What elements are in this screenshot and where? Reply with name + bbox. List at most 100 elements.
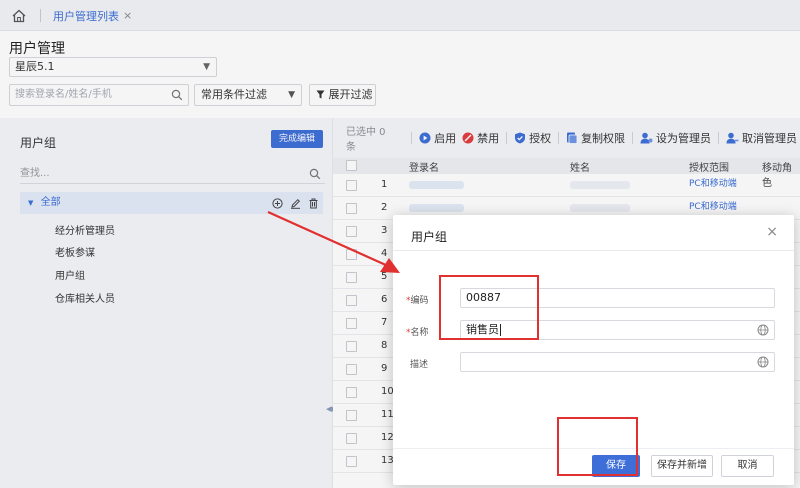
row-number: 10 <box>381 386 394 397</box>
cancel-admin-button[interactable]: 取消管理员 <box>723 130 800 146</box>
set-admin-label: 设为管理员 <box>656 132 712 145</box>
copy-permission-button[interactable]: 复制权限 <box>563 130 628 146</box>
cancel-button[interactable]: 取消 <box>721 455 774 477</box>
tab-close-icon[interactable]: × <box>123 9 132 22</box>
auth-scope-cell[interactable]: PC和移动端 <box>689 199 737 212</box>
org-select[interactable]: 星辰5.1 ▼ <box>9 57 217 77</box>
tab-user-list[interactable]: 用户管理列表 × <box>47 0 138 31</box>
row-checkbox[interactable] <box>346 410 357 421</box>
description-label: 描述 <box>410 360 429 370</box>
tree-node-group[interactable]: 仓库相关人员 <box>55 290 115 305</box>
row-checkbox[interactable] <box>346 341 357 352</box>
tree-node-label: 全部 <box>40 197 61 208</box>
caret-down-icon[interactable]: ▼ <box>28 199 33 207</box>
tree-node-group[interactable]: 经分析管理员 <box>55 222 115 237</box>
row-checkbox[interactable] <box>346 226 357 237</box>
code-input[interactable]: 00887 <box>460 288 775 308</box>
row-checkbox[interactable] <box>346 249 357 260</box>
disable-label: 禁用 <box>477 132 500 145</box>
row-checkbox[interactable] <box>346 387 357 398</box>
save-button[interactable]: 保存 <box>592 455 640 477</box>
expand-filter-button[interactable]: 展开过滤 <box>309 84 376 106</box>
table-header: 登录名 姓名 授权范围 移动角色 <box>333 158 800 189</box>
done-edit-button[interactable]: 完成编辑 <box>271 130 323 148</box>
row-checkbox[interactable] <box>346 433 357 444</box>
globe-language-icon[interactable] <box>757 324 769 336</box>
row-number: 2 <box>381 202 388 213</box>
name-label: *名称 <box>406 325 429 338</box>
selected-count: 已选中 0 条 <box>346 127 386 153</box>
dialog-divider <box>393 250 794 251</box>
authorize-button[interactable]: 授权 <box>511 130 554 146</box>
enable-button[interactable]: 启用 <box>416 130 459 146</box>
row-checkbox[interactable] <box>346 456 357 467</box>
expand-filter-label: 展开过滤 <box>328 88 373 101</box>
tree-node-group[interactable]: 用户组 <box>55 267 85 282</box>
row-number: 12 <box>381 432 394 443</box>
tab-label: 用户管理列表 <box>53 9 119 23</box>
cancel-admin-label: 取消管理员 <box>742 132 797 145</box>
row-number: 3 <box>381 225 388 236</box>
text-cursor <box>500 324 501 336</box>
user-search-input[interactable]: 搜索登录名/姓名/手机 <box>9 84 189 106</box>
toolbar-divider <box>558 132 560 144</box>
column-header-name[interactable]: 姓名 <box>570 159 590 174</box>
redacted-login-cell <box>409 204 464 212</box>
column-header-scope[interactable]: 授权范围 <box>689 159 729 174</box>
row-checkbox[interactable] <box>346 180 357 191</box>
disable-button[interactable]: 禁用 <box>459 130 502 146</box>
user-toolbar: 已选中 0 条 启用 禁用 授权 复制权限 设为管理员 取消管理员 <box>333 118 800 158</box>
auth-scope-cell[interactable]: PC和移动端 <box>689 176 737 189</box>
row-number: 6 <box>381 294 388 305</box>
tree-node-group[interactable]: 老板参谋 <box>55 244 95 259</box>
filter-icon <box>316 88 329 101</box>
toolbar-divider <box>506 132 508 144</box>
toolbar-divider <box>718 132 719 144</box>
row-checkbox[interactable] <box>346 272 357 283</box>
play-circle-icon <box>419 132 431 144</box>
user-group-panel: 用户组 完成编辑 查找... ▼ 全部 经分析管理员 老板参谋 用户组 仓库相关… <box>0 118 333 488</box>
row-checkbox[interactable] <box>346 364 357 375</box>
row-checkbox[interactable] <box>346 203 357 214</box>
chevron-down-icon: ▼ <box>203 62 210 72</box>
row-number: 11 <box>381 409 394 420</box>
row-checkbox[interactable] <box>346 295 357 306</box>
user-admin-icon <box>640 132 653 144</box>
tab-bar: 用户管理列表 × <box>0 0 800 31</box>
tree-node-all[interactable]: ▼ 全部 <box>20 192 323 214</box>
home-icon[interactable] <box>10 7 28 25</box>
select-all-checkbox[interactable] <box>346 160 357 171</box>
row-number: 8 <box>381 340 388 351</box>
authorize-label: 授权 <box>529 132 552 145</box>
row-number: 1 <box>381 179 388 190</box>
column-header-login[interactable]: 登录名 <box>409 159 439 174</box>
trash-icon[interactable] <box>307 192 319 214</box>
row-number: 5 <box>381 271 388 282</box>
add-circle-icon[interactable] <box>271 192 283 214</box>
code-input-value: 00887 <box>466 291 501 304</box>
search-icon[interactable] <box>309 168 321 180</box>
condition-filter-value: 常用条件过滤 <box>201 88 267 101</box>
chevron-down-icon: ▼ <box>288 90 295 100</box>
tab-separator <box>40 9 41 22</box>
code-label-text: 编码 <box>410 296 429 306</box>
set-admin-button[interactable]: 设为管理员 <box>637 130 714 146</box>
group-search-placeholder: 查找... <box>20 168 50 179</box>
save-and-new-button[interactable]: 保存并新增 <box>651 455 713 477</box>
condition-filter-select[interactable]: 常用条件过滤 ▼ <box>194 84 302 106</box>
row-checkbox[interactable] <box>346 318 357 329</box>
toolbar-divider <box>632 132 634 144</box>
row-number: 9 <box>381 363 388 374</box>
row-number: 13 <box>381 455 394 466</box>
table-row[interactable]: 1 PC和移动端 <box>333 174 800 197</box>
group-search-input[interactable]: 查找... <box>20 164 325 184</box>
edit-pencil-icon[interactable] <box>289 192 301 214</box>
shield-check-icon <box>515 132 526 144</box>
search-icon[interactable] <box>171 89 183 101</box>
name-label-text: 名称 <box>410 328 429 338</box>
description-input[interactable] <box>460 352 775 372</box>
name-input[interactable]: 销售员 <box>460 320 775 340</box>
page-title: 用户管理 <box>9 41 65 57</box>
close-icon[interactable]: × <box>766 224 778 240</box>
globe-language-icon[interactable] <box>757 356 769 368</box>
